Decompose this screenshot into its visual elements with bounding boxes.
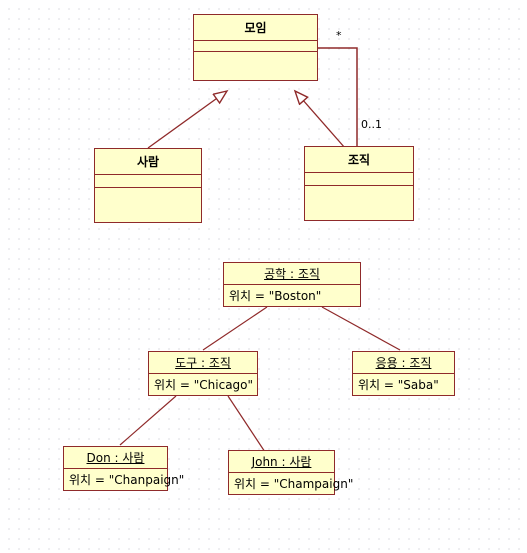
object-name-john: John : 사람 <box>229 451 334 473</box>
object-box-tools[interactable]: 도구 : 조직 위치 = "Chicago" <box>148 351 258 396</box>
object-name-engineering: 공학 : 조직 <box>224 263 360 285</box>
class-name-meeting: 모임 <box>194 15 317 41</box>
object-name-tools: 도구 : 조직 <box>149 352 257 374</box>
diagram-canvas: 모임 사람 조직 * 0..1 공학 : 조직 위치 = "Boston" 도구… <box>0 0 527 553</box>
class-operations-organization <box>305 186 413 220</box>
object-name-application: 응용 : 조직 <box>353 352 454 374</box>
multiplicity-zero-or-one: 0..1 <box>361 118 382 131</box>
class-name-person: 사람 <box>95 149 201 175</box>
object-slot-application: 위치 = "Saba" <box>358 378 439 392</box>
class-box-organization[interactable]: 조직 <box>304 146 414 221</box>
class-attributes-person <box>95 175 201 188</box>
object-box-application[interactable]: 응용 : 조직 위치 = "Saba" <box>352 351 455 396</box>
object-box-john[interactable]: John : 사람 위치 = "Champaign" <box>228 450 354 495</box>
object-box-engineering[interactable]: 공학 : 조직 위치 = "Boston" <box>223 262 361 307</box>
generalization-organization-to-meeting <box>295 91 346 149</box>
link-engineering-to-tools <box>202 306 268 351</box>
class-attributes-meeting <box>194 41 317 52</box>
class-operations-meeting <box>194 52 317 80</box>
object-slot-engineering: 위치 = "Boston" <box>229 289 322 303</box>
link-engineering-to-application <box>321 306 401 351</box>
association-meeting-to-organization <box>318 47 358 146</box>
object-slot-don: 위치 = "Chanpaign" <box>69 473 185 487</box>
class-box-person[interactable]: 사람 <box>94 148 202 223</box>
object-name-don: Don : 사람 <box>64 447 167 469</box>
multiplicity-many: * <box>336 29 342 42</box>
class-name-organization: 조직 <box>305 147 413 173</box>
object-slot-john: 위치 = "Champaign" <box>234 477 354 491</box>
class-attributes-organization <box>305 173 413 186</box>
link-tools-to-john <box>227 395 266 453</box>
object-box-don[interactable]: Don : 사람 위치 = "Chanpaign" <box>63 446 185 491</box>
link-tools-to-don <box>119 395 177 446</box>
generalization-person-to-meeting <box>147 91 227 149</box>
class-box-meeting[interactable]: 모임 <box>193 14 318 81</box>
class-operations-person <box>95 188 201 222</box>
object-slot-tools: 위치 = "Chicago" <box>154 378 254 392</box>
